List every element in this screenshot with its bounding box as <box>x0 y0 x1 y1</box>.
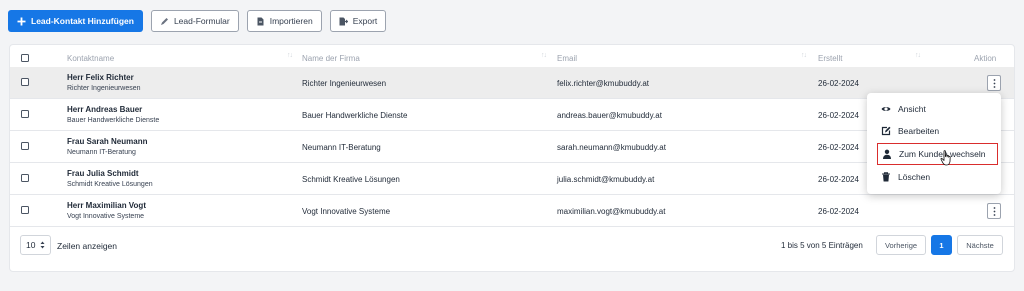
created-cell: 26-02-2024 <box>818 79 859 88</box>
created-cell: 26-02-2024 <box>818 143 859 152</box>
created-cell: 26-02-2024 <box>818 207 859 216</box>
company-cell: Schmidt Kreative Lösungen <box>302 175 400 184</box>
contact-company: Neumann IT-Beratung <box>67 149 136 156</box>
table-row: Herr Felix Richter Richter Ingenieurwese… <box>10 67 1014 99</box>
company-cell: Neumann IT-Beratung <box>302 143 381 152</box>
pagination-info: 1 bis 5 von 5 Einträgen <box>781 241 863 250</box>
import-button[interactable]: Importieren <box>246 10 322 32</box>
add-lead-contact-label: Lead-Kontakt Hinzufügen <box>31 16 134 26</box>
next-page-button[interactable]: Nächste <box>957 235 1003 255</box>
header-email[interactable]: Email <box>557 54 577 63</box>
contact-company: Vogt Innovative Systeme <box>67 213 145 220</box>
contact-name[interactable]: Frau Julia Schmidt <box>67 169 139 178</box>
row-checkbox[interactable] <box>21 110 29 118</box>
email-cell: maximilian.vogt@kmubuddy.at <box>557 207 666 216</box>
menu-item-switch-to-customer[interactable]: Zum Kunden wechseln <box>877 143 998 165</box>
sort-icon[interactable]: ↑↓ <box>541 52 547 59</box>
page-1-button[interactable]: 1 <box>931 235 952 255</box>
contact-company: Bauer Handwerkliche Dienste <box>67 117 160 124</box>
file-export-icon <box>339 17 348 26</box>
export-label: Export <box>352 16 378 26</box>
export-button[interactable]: Export <box>329 10 387 32</box>
import-label: Importieren <box>269 16 313 26</box>
select-all-checkbox[interactable] <box>21 54 29 62</box>
plus-icon <box>17 17 26 26</box>
contact-name[interactable]: Frau Sarah Neumann <box>67 137 147 146</box>
leads-table-card: Kontaktname ↑↓ Name der Firma ↑↓ Email ↑… <box>9 44 1015 272</box>
company-cell: Bauer Handwerkliche Dienste <box>302 111 408 120</box>
table-footer: 10 Zeilen anzeigen 1 bis 5 von 5 Einträg… <box>10 231 1014 261</box>
lead-form-button[interactable]: Lead-Formular <box>150 10 239 32</box>
contact-company: Schmidt Kreative Lösungen <box>67 181 153 188</box>
header-created[interactable]: Erstellt <box>818 54 842 63</box>
email-cell: julia.schmidt@kmubuddy.at <box>557 175 655 184</box>
menu-item-view[interactable]: Ansicht <box>867 98 1001 120</box>
created-cell: 26-02-2024 <box>818 175 859 184</box>
eye-icon <box>881 104 891 114</box>
table-row: Herr Andreas Bauer Bauer Handwerkliche D… <box>10 99 1014 131</box>
more-vertical-icon <box>993 78 995 88</box>
toolbar: Lead-Kontakt Hinzufügen Lead-Formular Im… <box>8 10 387 32</box>
row-checkbox[interactable] <box>21 174 29 182</box>
header-contact-name[interactable]: Kontaktname <box>67 54 114 63</box>
sort-icon[interactable]: ↑↓ <box>801 52 807 59</box>
edit-icon <box>881 126 891 136</box>
pencil-icon <box>160 17 169 26</box>
page-size-label: Zeilen anzeigen <box>57 241 118 251</box>
file-import-icon <box>256 17 265 26</box>
header-company-name[interactable]: Name der Firma <box>302 54 360 63</box>
contact-name[interactable]: Herr Maximilian Vogt <box>67 201 146 210</box>
row-actions-button[interactable] <box>987 203 1001 219</box>
user-icon <box>882 149 892 159</box>
more-vertical-icon <box>993 206 995 216</box>
previous-page-button[interactable]: Vorherige <box>876 235 926 255</box>
row-checkbox[interactable] <box>21 206 29 214</box>
email-cell: felix.richter@kmubuddy.at <box>557 79 650 88</box>
sort-icon[interactable]: ↑↓ <box>287 52 293 59</box>
row-actions-button[interactable] <box>987 75 1001 91</box>
contact-name[interactable]: Herr Felix Richter <box>67 73 134 82</box>
contact-company: Richter Ingenieurwesen <box>67 85 141 92</box>
company-cell: Vogt Innovative Systeme <box>302 207 391 216</box>
company-cell: Richter Ingenieurwesen <box>302 79 387 88</box>
page-size-value: 10 <box>26 240 36 250</box>
menu-item-edit[interactable]: Bearbeiten <box>867 120 1001 142</box>
menu-item-edit-label: Bearbeiten <box>898 126 940 136</box>
table-row: Frau Sarah Neumann Neumann IT-Beratung N… <box>10 131 1014 163</box>
email-cell: sarah.neumann@kmubuddy.at <box>557 143 666 152</box>
sort-icon[interactable]: ↑↓ <box>915 52 921 59</box>
row-checkbox[interactable] <box>21 78 29 86</box>
row-actions-menu: Ansicht Bearbeiten Zum Kunden wechseln L… <box>867 93 1001 194</box>
email-cell: andreas.bauer@kmubuddy.at <box>557 111 662 120</box>
row-checkbox[interactable] <box>21 142 29 150</box>
menu-item-delete-label: Löschen <box>898 172 931 182</box>
table-row: Herr Maximilian Vogt Vogt Innovative Sys… <box>10 195 1014 227</box>
page-size-select[interactable]: 10 <box>20 235 51 255</box>
sort-select-icon <box>40 241 45 249</box>
lead-form-label: Lead-Formular <box>173 16 230 26</box>
table-row: Frau Julia Schmidt Schmidt Kreative Lösu… <box>10 163 1014 195</box>
header-action: Aktion <box>974 54 997 63</box>
menu-item-delete[interactable]: Löschen <box>867 166 1001 188</box>
menu-item-view-label: Ansicht <box>898 104 926 114</box>
trash-icon <box>881 172 891 182</box>
created-cell: 26-02-2024 <box>818 111 859 120</box>
contact-name[interactable]: Herr Andreas Bauer <box>67 105 142 114</box>
add-lead-contact-button[interactable]: Lead-Kontakt Hinzufügen <box>8 10 143 32</box>
hand-cursor-icon <box>940 150 951 166</box>
